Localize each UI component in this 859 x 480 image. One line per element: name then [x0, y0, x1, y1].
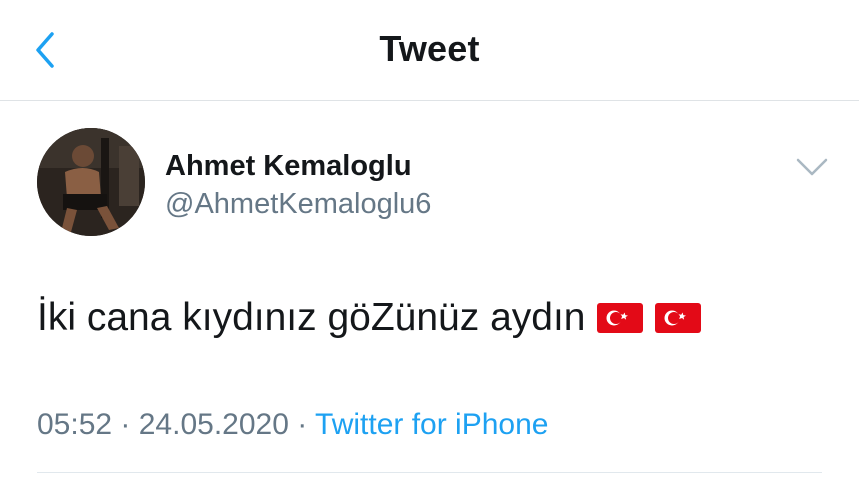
- tweet-body: İki cana kıydınız göZünüz aydın: [37, 296, 702, 340]
- author-name[interactable]: Ahmet Kemaloglu: [165, 150, 412, 183]
- avatar[interactable]: [37, 128, 145, 236]
- more-options-button[interactable]: [794, 156, 830, 178]
- top-bar: Tweet: [0, 0, 859, 101]
- tweet-date: 24.05.2020: [138, 408, 289, 441]
- tweet-detail-screen: Tweet Ahmet Kemaloglu @AhmetKemaloglu6 İ…: [0, 0, 859, 480]
- avatar-photo: [37, 128, 145, 236]
- turkey-flag-icon: [597, 303, 644, 333]
- tweet-meta: 05:52 · 24.05.2020 · Twitter for iPhone: [37, 408, 548, 442]
- author-handle[interactable]: @AhmetKemaloglu6: [165, 188, 431, 221]
- tweet-source-link[interactable]: Twitter for iPhone: [315, 408, 548, 441]
- tweet-text: İki cana kıydınız göZünüz aydın: [37, 296, 586, 339]
- turkey-flag-icon: [655, 303, 702, 333]
- chevron-down-icon: [796, 158, 828, 176]
- meta-separator: ·: [288, 408, 316, 441]
- page-title: Tweet: [379, 28, 480, 69]
- meta-separator: ·: [112, 408, 139, 441]
- divider: [37, 472, 822, 473]
- tweet-time: 05:52: [37, 408, 113, 441]
